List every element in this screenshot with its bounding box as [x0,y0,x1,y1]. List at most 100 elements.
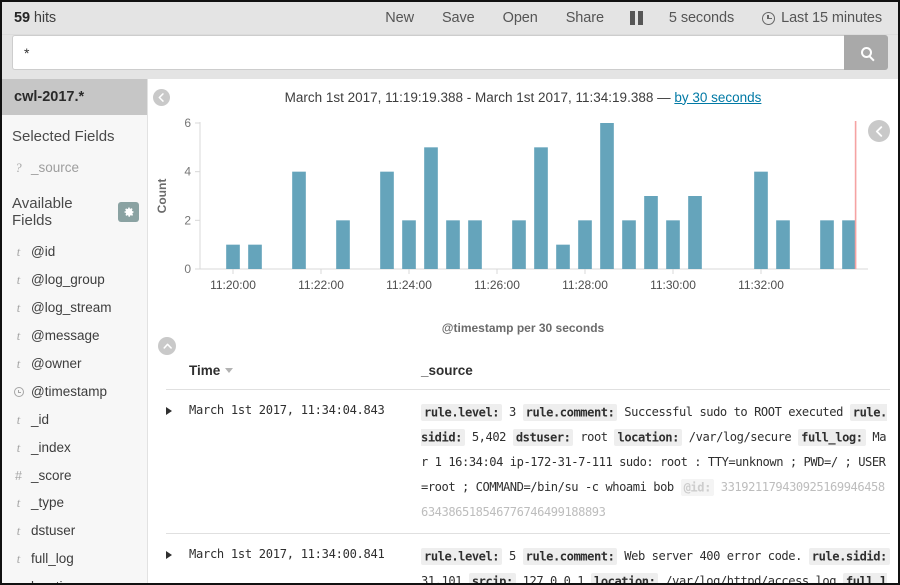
open-button[interactable]: Open [489,10,552,26]
field-type-string-icon: t [13,413,24,428]
row-timestamp: March 1st 2017, 11:34:04.843 [189,400,421,525]
field-value: 127.0.0.1 [516,574,591,583]
save-button[interactable]: Save [428,10,489,26]
sidebar-field-label: @timestamp [31,384,107,399]
sidebar-field-log-stream[interactable]: t @log_stream [2,294,147,322]
index-pattern-selector[interactable]: cwl-2017.* [2,79,147,115]
kibana-discover-window: 59 hits New Save Open Share 5 seconds La… [0,0,900,585]
sidebar-field-label: _source [31,160,79,175]
sidebar-field-_index[interactable]: t _index [2,434,147,462]
field-type-string-icon: t [13,441,24,456]
sidebar-field-dstuser[interactable]: t dstuser [2,517,147,545]
documents-table: Time _source March 1st 2017, 11:34:04.84… [148,359,898,583]
search-input[interactable] [12,35,844,70]
sidebar-field-source[interactable]: ? _source [2,154,147,182]
sidebar-field-label: @owner [31,356,81,371]
field-type-string-icon: t [13,580,24,583]
svg-text:11:24:00: 11:24:00 [386,278,432,292]
sidebar-collapse-button[interactable] [153,89,170,106]
svg-text:4: 4 [184,165,191,179]
expand-row-button[interactable] [166,400,189,525]
chart-header: March 1st 2017, 11:19:19.388 - March 1st… [148,79,898,111]
refresh-interval-button[interactable]: 5 seconds [655,10,748,26]
pause-icon[interactable] [618,11,655,25]
field-key: srcip: [469,573,516,584]
sidebar-field-id[interactable]: t @id [2,238,147,266]
sidebar-field-location[interactable]: t location [2,573,147,583]
new-button[interactable]: New [371,10,428,26]
field-value: 31,101 [421,574,469,583]
discover-main: March 1st 2017, 11:19:19.388 - March 1st… [148,79,898,583]
expand-row-button[interactable] [166,544,189,583]
sidebar-field-label: full_log [31,551,74,566]
sidebar-field-_score[interactable]: # _score [2,462,147,489]
sidebar-field-timestamp[interactable]: @timestamp [2,378,147,406]
chart-collapse-button[interactable] [868,120,890,142]
sidebar-field-label: @log_stream [31,300,112,315]
field-key: rule.level: [421,404,502,421]
histogram-chart[interactable]: 0246Count11:20:0011:22:0011:24:0011:26:0… [148,111,898,323]
time-range-button[interactable]: Last 15 minutes [748,10,884,26]
clock-icon [762,12,775,25]
field-type-string-icon: t [13,273,24,288]
row-source: rule.level: 5 rule.comment: Web server 4… [421,544,890,583]
field-type-string-icon: t [13,245,24,260]
search-submit-button[interactable] [844,35,888,70]
time-range-label: Last 15 minutes [781,10,882,26]
field-sidebar: cwl-2017.* Selected Fields ? _source Ava… [2,79,148,583]
field-value: 5 [502,549,523,563]
column-header-source[interactable]: _source [421,363,890,378]
row-source: rule.level: 3 rule.comment: Successful s… [421,400,890,525]
hits-counter: 59 hits [14,10,56,26]
sidebar-field-label: _type [31,495,64,510]
field-type-string-icon: t [13,552,24,567]
sidebar-field-owner[interactable]: t @owner [2,350,147,378]
field-key: location: [614,429,681,446]
field-value: 5,402 [465,430,513,444]
svg-text:11:28:00: 11:28:00 [562,278,608,292]
field-key: full_log: [798,429,865,446]
sidebar-field-label: _index [31,440,71,455]
chart-time-range-title: March 1st 2017, 11:19:19.388 - March 1st… [148,90,898,105]
sidebar-field-label: @id [31,244,55,259]
field-type-string-icon: t [13,357,24,372]
hits-count: 59 [14,10,30,26]
field-type-unknown-icon: ? [13,161,24,176]
table-row[interactable]: March 1st 2017, 11:34:00.841 rule.level:… [166,534,890,583]
field-key: rule.comment: [523,548,618,565]
svg-text:11:32:00: 11:32:00 [738,278,784,292]
sidebar-field-message[interactable]: t @message [2,322,147,350]
svg-text:6: 6 [184,116,191,130]
sidebar-field-label: _id [31,412,49,427]
field-value: Successful sudo to ROOT executed [617,405,849,419]
table-row[interactable]: March 1st 2017, 11:34:04.843 rule.level:… [166,390,890,534]
svg-text:11:20:00: 11:20:00 [210,278,256,292]
search-icon [861,47,872,58]
table-header-row: Time _source [166,359,890,390]
sidebar-field-full-log[interactable]: t full_log [2,545,147,573]
top-nav: New Save Open Share 5 seconds Last 15 mi… [371,10,884,26]
interval-link[interactable]: by 30 seconds [674,90,761,105]
field-type-date-icon [13,386,24,401]
sort-desc-icon [225,368,233,373]
sidebar-field-_id[interactable]: t _id [2,406,147,434]
sidebar-field-label: dstuser [31,523,75,538]
field-key: dstuser: [513,429,574,446]
sidebar-field-log-group[interactable]: t @log_group [2,266,147,294]
gear-icon[interactable] [118,202,139,222]
selected-fields-heading: Selected Fields [2,115,147,154]
field-key: location: [591,573,658,584]
svg-text:Count: Count [155,179,169,214]
sidebar-field-label: _score [31,468,72,483]
svg-text:11:26:00: 11:26:00 [474,278,520,292]
field-type-string-icon: t [13,496,24,511]
search-bar [2,35,898,79]
sidebar-field-label: location [31,579,78,583]
field-key: rule.comment: [523,404,618,421]
column-header-time-label: Time [189,363,220,378]
chart-expand-button[interactable] [158,337,176,355]
histogram-svg: 0246Count11:20:0011:22:0011:24:0011:26:0… [148,111,888,311]
column-header-time[interactable]: Time [166,363,421,378]
sidebar-field-_type[interactable]: t _type [2,489,147,517]
share-button[interactable]: Share [552,10,618,26]
